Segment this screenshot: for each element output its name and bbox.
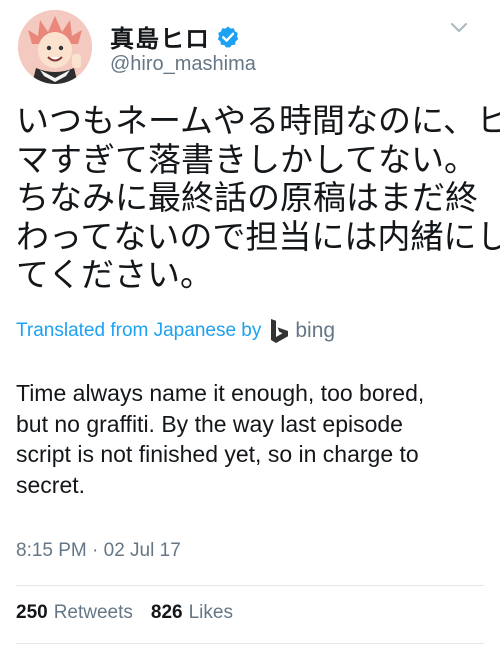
- translated-text-line: secret.: [16, 471, 86, 498]
- translation-label[interactable]: Translated from Japanese by: [16, 320, 261, 342]
- tweet-text-line: いつもネームやる時間なのに、ヒ: [16, 102, 500, 139]
- translation-attribution[interactable]: Translated from Japanese by bing: [16, 318, 335, 344]
- divider: [16, 585, 484, 586]
- retweets-count[interactable]: 250: [16, 602, 48, 624]
- tweet-timestamp[interactable]: 8:15 PM · 02 Jul 17: [16, 540, 181, 562]
- avatar-illustration: [18, 10, 92, 84]
- translated-text: Time always name it enough, too bored, b…: [16, 378, 486, 500]
- verified-badge-icon: [217, 26, 239, 48]
- avatar[interactable]: [18, 10, 92, 84]
- translated-text-line: Time always name it enough, too bored,: [16, 380, 425, 406]
- tweet-text-line: てください。: [16, 256, 214, 293]
- tweet-text-line: マすぎて落書きしかしてない。: [16, 140, 478, 178]
- retweets-label[interactable]: Retweets: [54, 602, 133, 624]
- translated-text-line: but no graffiti. By the way last episode: [16, 410, 403, 437]
- translation-provider: bing: [295, 319, 336, 342]
- tweet-text: いつもネームやる時間なのに、ヒ マすぎて落書きしかしてない。 ちなみに最終話の原…: [16, 102, 500, 295]
- tweet-text-line: ちなみに最終話の原稿はまだ終: [16, 179, 478, 216]
- tweet-text-line: わってないので担当には内緒にし: [16, 217, 500, 255]
- likes-count[interactable]: 826: [151, 602, 183, 624]
- tweet-stats: 250 Retweets 826 Likes: [16, 602, 233, 624]
- divider: [16, 643, 484, 644]
- name-row: 真島ヒロ: [110, 19, 240, 54]
- display-name[interactable]: 真島ヒロ: [110, 19, 210, 54]
- chevron-down-icon[interactable]: [449, 21, 469, 35]
- translated-text-line: script is not finished yet, so in charge…: [16, 441, 419, 467]
- user-handle[interactable]: @hiro_mashima: [110, 53, 256, 76]
- bing-logo-icon: [271, 319, 289, 343]
- tweet-header: 真島ヒロ @hiro_mashima: [0, 0, 500, 92]
- likes-label[interactable]: Likes: [189, 602, 233, 624]
